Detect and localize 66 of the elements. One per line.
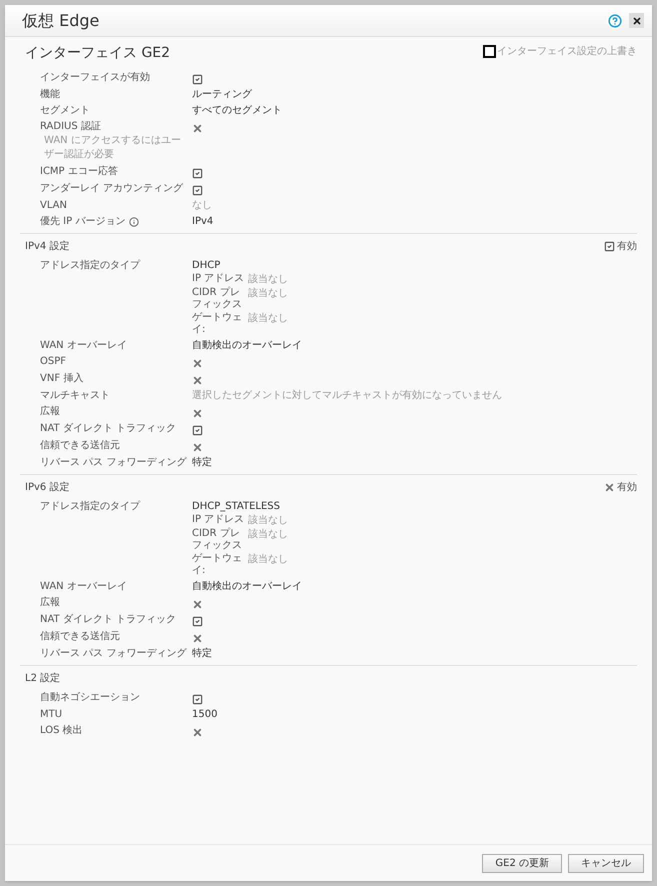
field-value: DHCP_STATELESS	[192, 500, 281, 513]
field-value: すべてのセグメント	[192, 104, 282, 117]
field-label: 広報	[40, 405, 60, 418]
field-label: セグメント	[40, 104, 90, 117]
field-label: 広報	[40, 596, 60, 609]
field-value: ルーティング	[192, 88, 252, 101]
field-value: 1500	[192, 708, 218, 721]
field-label: 信頼できる送信元	[40, 439, 120, 452]
field-label: 機能	[40, 88, 60, 101]
detail-value: 該当なし	[248, 553, 288, 567]
field-value: 特定	[192, 647, 212, 660]
status-label: 有効	[617, 240, 637, 254]
status-label: 有効	[617, 480, 637, 495]
interface-title: インターフェイス GE2	[25, 44, 170, 63]
override-label: インターフェイス設定の上書き	[497, 44, 637, 59]
field-label: 優先 IP バージョン	[40, 215, 126, 228]
dialog-button[interactable]: キャンセル	[568, 854, 644, 872]
field-label: MTU	[40, 708, 62, 721]
field-note: WAN にアクセスするにはユーザー認証が必要	[43, 134, 182, 162]
help-icon	[608, 14, 622, 28]
detail-label: CIDR プレフィックス	[192, 528, 243, 552]
close-button[interactable]	[629, 13, 644, 28]
field-label: NAT ダイレクト トラフィック	[40, 422, 176, 435]
section-title: IPv6 設定	[25, 480, 70, 495]
override-checkbox[interactable]	[483, 45, 496, 58]
field-value: 自動検出のオーバーレイ	[192, 580, 302, 593]
field-label: LOS 検出	[40, 724, 83, 737]
help-button[interactable]	[607, 12, 623, 28]
detail-label: IP アドレス	[192, 514, 246, 527]
field-label: 自動ネゴシエーション	[40, 691, 140, 704]
field-value: 選択したセグメントに対してマルチキャストが有効になっていません	[192, 389, 502, 402]
field-label: アンダーレイ アカウンティング	[40, 182, 184, 195]
detail-value: 該当なし	[248, 287, 288, 301]
dialog-button[interactable]: GE2 の更新	[482, 854, 562, 872]
field-value: 自動検出のオーバーレイ	[192, 339, 302, 352]
field-label: リバース パス フォワーディング	[40, 647, 186, 660]
field-value: なし	[192, 199, 212, 212]
field-value: 特定	[192, 456, 212, 469]
detail-label: ゲートウェイ:	[192, 553, 243, 577]
field-label: RADIUS 認証	[40, 120, 101, 133]
field-label: VLAN	[40, 199, 67, 212]
field-label: VNF 挿入	[40, 372, 84, 385]
field-label: インターフェイスが有効	[40, 71, 150, 84]
detail-label: ゲートウェイ:	[192, 312, 243, 336]
field-label: WAN オーバーレイ	[40, 580, 127, 593]
detail-value: 該当なし	[248, 273, 288, 286]
field-label: リバース パス フォワーディング	[40, 456, 186, 469]
detail-value: 該当なし	[248, 514, 288, 527]
window-title: 仮想 Edge	[22, 10, 100, 32]
section-title: L2 設定	[25, 672, 60, 686]
field-label: ICMP エコー応答	[40, 165, 118, 178]
detail-label: IP アドレス	[192, 273, 246, 286]
field-label: アドレス指定のタイプ	[40, 259, 140, 272]
section-title: IPv4 設定	[25, 240, 70, 254]
detail-label: CIDR プレフィックス	[192, 287, 243, 311]
close-icon	[632, 16, 642, 26]
detail-value: 該当なし	[248, 312, 288, 326]
field-label: マルチキャスト	[40, 389, 110, 402]
field-label: アドレス指定のタイプ	[40, 500, 140, 513]
field-label: NAT ダイレクト トラフィック	[40, 613, 176, 626]
field-label: 信頼できる送信元	[40, 630, 120, 643]
field-label: OSPF	[40, 355, 66, 368]
field-label: WAN オーバーレイ	[40, 339, 127, 352]
field-value: DHCP	[192, 259, 222, 272]
detail-value: 該当なし	[248, 528, 288, 542]
field-value: IPv4	[192, 215, 214, 228]
